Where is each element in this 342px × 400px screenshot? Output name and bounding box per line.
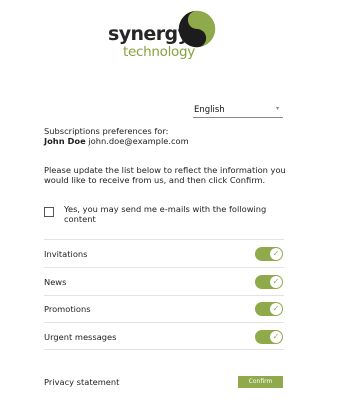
user-name: John Doe	[44, 136, 86, 146]
check-icon: ✓	[270, 331, 282, 343]
check-icon: ✓	[270, 248, 282, 260]
preference-label: Urgent messages	[44, 332, 117, 342]
email-consent-label: Yes, you may send me e-mails with the fo…	[64, 204, 267, 224]
subscriptions-label: Subscriptions preferences for:	[44, 126, 169, 136]
language-select-value: English	[194, 105, 225, 115]
yin-yang-icon	[178, 10, 216, 48]
company-logo: synergy technology	[108, 10, 218, 62]
email-consent-checkbox[interactable]	[44, 207, 54, 217]
news-toggle[interactable]: ✓	[255, 275, 283, 289]
divider	[44, 349, 284, 350]
preference-label: News	[44, 277, 67, 287]
instructions-text: Please update the list below to reflect …	[44, 165, 286, 185]
privacy-statement-link[interactable]: Privacy statement	[44, 377, 119, 387]
preference-row-promotions: Promotions ✓	[44, 295, 284, 322]
user-identity: John Doe john.doe@example.com	[44, 136, 189, 146]
user-email: john.doe@example.com	[88, 136, 189, 146]
check-icon: ✓	[270, 276, 282, 288]
preference-label: Promotions	[44, 304, 91, 314]
chevron-down-icon: ▾	[275, 105, 279, 112]
preference-row-invitations: Invitations ✓	[44, 240, 284, 267]
promotions-toggle[interactable]: ✓	[255, 302, 283, 316]
urgent-messages-toggle[interactable]: ✓	[255, 330, 283, 344]
invitations-toggle[interactable]: ✓	[255, 247, 283, 261]
language-select[interactable]: English ▾	[193, 102, 283, 118]
check-icon: ✓	[270, 303, 282, 315]
preference-label: Invitations	[44, 249, 88, 259]
preference-row-news: News ✓	[44, 268, 284, 295]
confirm-button[interactable]: Confirm	[238, 376, 283, 388]
preference-row-urgent-messages: Urgent messages ✓	[44, 323, 284, 350]
